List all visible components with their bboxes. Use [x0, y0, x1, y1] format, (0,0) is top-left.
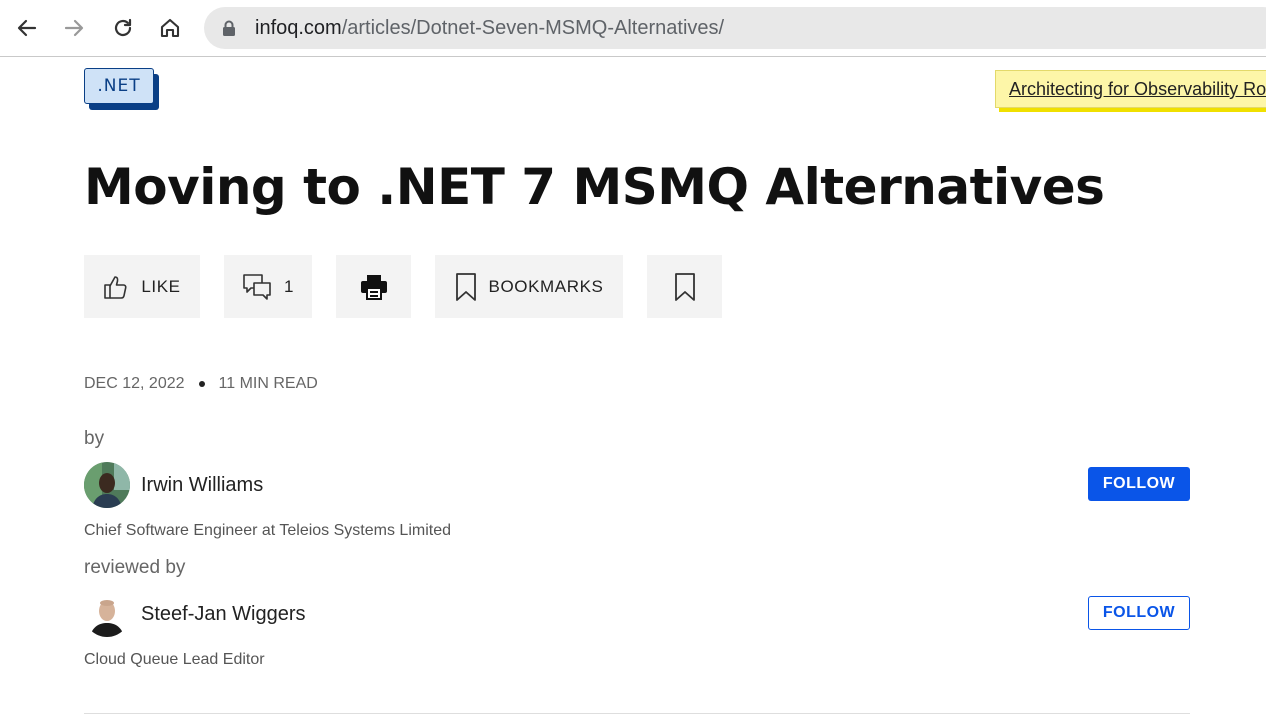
reviewer-role: Cloud Queue Lead Editor	[84, 651, 265, 668]
address-bar[interactable]: infoq.com/articles/Dotnet-Seven-MSMQ-Alt…	[204, 7, 1266, 49]
follow-author-button[interactable]: FOLLOW	[1088, 467, 1190, 501]
like-button[interactable]: LIKE	[84, 255, 200, 318]
home-icon[interactable]	[152, 10, 188, 46]
bookmarks-label: BOOKMARKS	[488, 276, 604, 296]
topic-tag[interactable]: .NET	[84, 68, 159, 110]
comments-button[interactable]: 1	[224, 255, 312, 318]
follow-reviewer-button[interactable]: FOLLOW	[1088, 596, 1190, 630]
thumbs-up-icon	[104, 275, 127, 299]
reload-icon[interactable]	[105, 10, 141, 46]
author-name[interactable]: Irwin Williams	[141, 474, 263, 497]
reviewed-by-label: reviewed by	[84, 557, 186, 578]
url-host: infoq.com	[255, 16, 342, 39]
printer-icon	[360, 274, 387, 300]
promo-link[interactable]: Architecting for Observability Ro	[1009, 79, 1266, 99]
separator-dot	[198, 381, 205, 387]
read-time: 11 MIN READ	[218, 375, 318, 392]
comments-icon	[243, 273, 271, 300]
bookmark-button[interactable]	[647, 255, 722, 318]
author-avatar[interactable]	[84, 462, 130, 508]
forward-arrow-icon[interactable]	[56, 10, 92, 46]
url-text: infoq.com/articles/Dotnet-Seven-MSMQ-Alt…	[255, 17, 724, 40]
article-title: Moving to .NET 7 MSMQ Alternatives	[84, 158, 1105, 216]
promo-banner[interactable]: Architecting for Observability Ro	[995, 70, 1266, 112]
bookmark-icon	[674, 272, 695, 301]
promo-box: Architecting for Observability Ro	[995, 70, 1266, 108]
url-path: /articles/Dotnet-Seven-MSMQ-Alternatives…	[341, 16, 725, 39]
article-meta: DEC 12, 2022 11 MIN READ	[84, 375, 318, 393]
browser-toolbar: infoq.com/articles/Dotnet-Seven-MSMQ-Alt…	[0, 0, 1266, 57]
topic-tag-label: .NET	[84, 68, 154, 104]
like-label: LIKE	[141, 276, 181, 296]
reviewer-avatar[interactable]	[84, 591, 130, 637]
print-button[interactable]	[336, 255, 411, 318]
lock-icon[interactable]	[222, 20, 236, 36]
bookmarks-button[interactable]: BOOKMARKS	[435, 255, 623, 318]
author-role: Chief Software Engineer at Teleios Syste…	[84, 522, 451, 539]
section-divider	[84, 713, 1190, 714]
publish-date: DEC 12, 2022	[84, 375, 185, 392]
by-label: by	[84, 428, 105, 449]
bookmark-outline-icon	[455, 272, 476, 301]
reviewer-name[interactable]: Steef-Jan Wiggers	[141, 603, 306, 626]
comments-count: 1	[283, 276, 295, 296]
back-arrow-icon[interactable]	[9, 10, 45, 46]
